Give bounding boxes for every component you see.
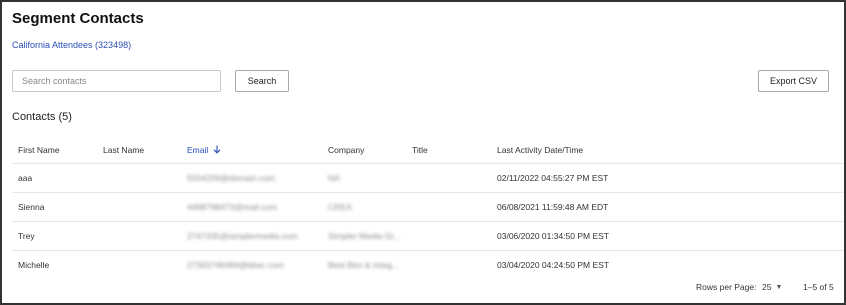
company-cell: Simpler Media Gr... [328, 231, 401, 241]
contacts-heading: Contacts (5) [12, 111, 72, 123]
rows-per-page-label: Rows per Page: [696, 282, 757, 292]
contacts-table: First Name Last Name Email Company Title… [12, 136, 844, 272]
last-activity-cell: 06/08/2021 11:59:48 AM EDT [497, 202, 609, 212]
email-cell: 5554209@domain.com [187, 173, 276, 183]
pagination-bar: Rows per Page: 25 ▼ 1–5 of 5 [2, 278, 844, 298]
column-header-last-activity[interactable]: Last Activity Date/Time [497, 136, 583, 163]
column-header-title[interactable]: Title [412, 136, 428, 163]
search-button[interactable]: Search [235, 70, 289, 92]
first-name-cell: Trey [18, 231, 35, 241]
rows-per-page-select[interactable]: 25 ▼ [762, 282, 782, 292]
table-row[interactable]: Michelle 27303746484@bkec.com Best Ben &… [12, 251, 844, 272]
column-header-company[interactable]: Company [328, 136, 364, 163]
company-cell: CREA [328, 202, 352, 212]
first-name-cell: aaa [18, 173, 33, 183]
app-window: Segment Contacts California Attendees (3… [0, 0, 846, 305]
column-header-email-label: Email [187, 144, 209, 155]
first-name-cell: Michelle [18, 260, 50, 270]
arrow-down-icon [213, 145, 221, 154]
company-cell: Best Ben & Integ... [328, 260, 399, 270]
column-header-last-name[interactable]: Last Name [103, 136, 144, 163]
email-cell: 27303746484@bkec.com [187, 260, 285, 270]
email-cell: 2747335@simplermedia.com [187, 231, 298, 241]
email-cell: 4468798473@mail.com [187, 202, 277, 212]
rows-per-page-value: 25 [762, 282, 772, 292]
table-row[interactable]: aaa 5554209@domain.com NA 02/11/2022 04:… [12, 164, 844, 193]
last-activity-cell: 03/06/2020 01:34:50 PM EST [497, 231, 609, 241]
last-activity-cell: 02/11/2022 04:55:27 PM EST [497, 173, 609, 183]
segment-link[interactable]: California Attendees (323498) [12, 40, 131, 50]
table-row[interactable]: Trey 2747335@simplermedia.com Simpler Me… [12, 222, 844, 251]
page-title: Segment Contacts [12, 10, 144, 27]
first-name-cell: Sienna [18, 202, 45, 212]
last-activity-cell: 03/04/2020 04:24:50 PM EST [497, 260, 609, 270]
export-csv-button[interactable]: Export CSV [758, 70, 829, 92]
table-header-row: First Name Last Name Email Company Title… [12, 136, 844, 164]
search-input[interactable] [12, 70, 221, 92]
table-row[interactable]: Sienna 4468798473@mail.com CREA 06/08/20… [12, 193, 844, 222]
company-cell: NA [328, 173, 340, 183]
column-header-first-name[interactable]: First Name [18, 136, 60, 163]
pagination-range: 1–5 of 5 [803, 282, 834, 292]
column-header-email[interactable]: Email [187, 136, 221, 163]
caret-down-icon: ▼ [775, 283, 783, 291]
